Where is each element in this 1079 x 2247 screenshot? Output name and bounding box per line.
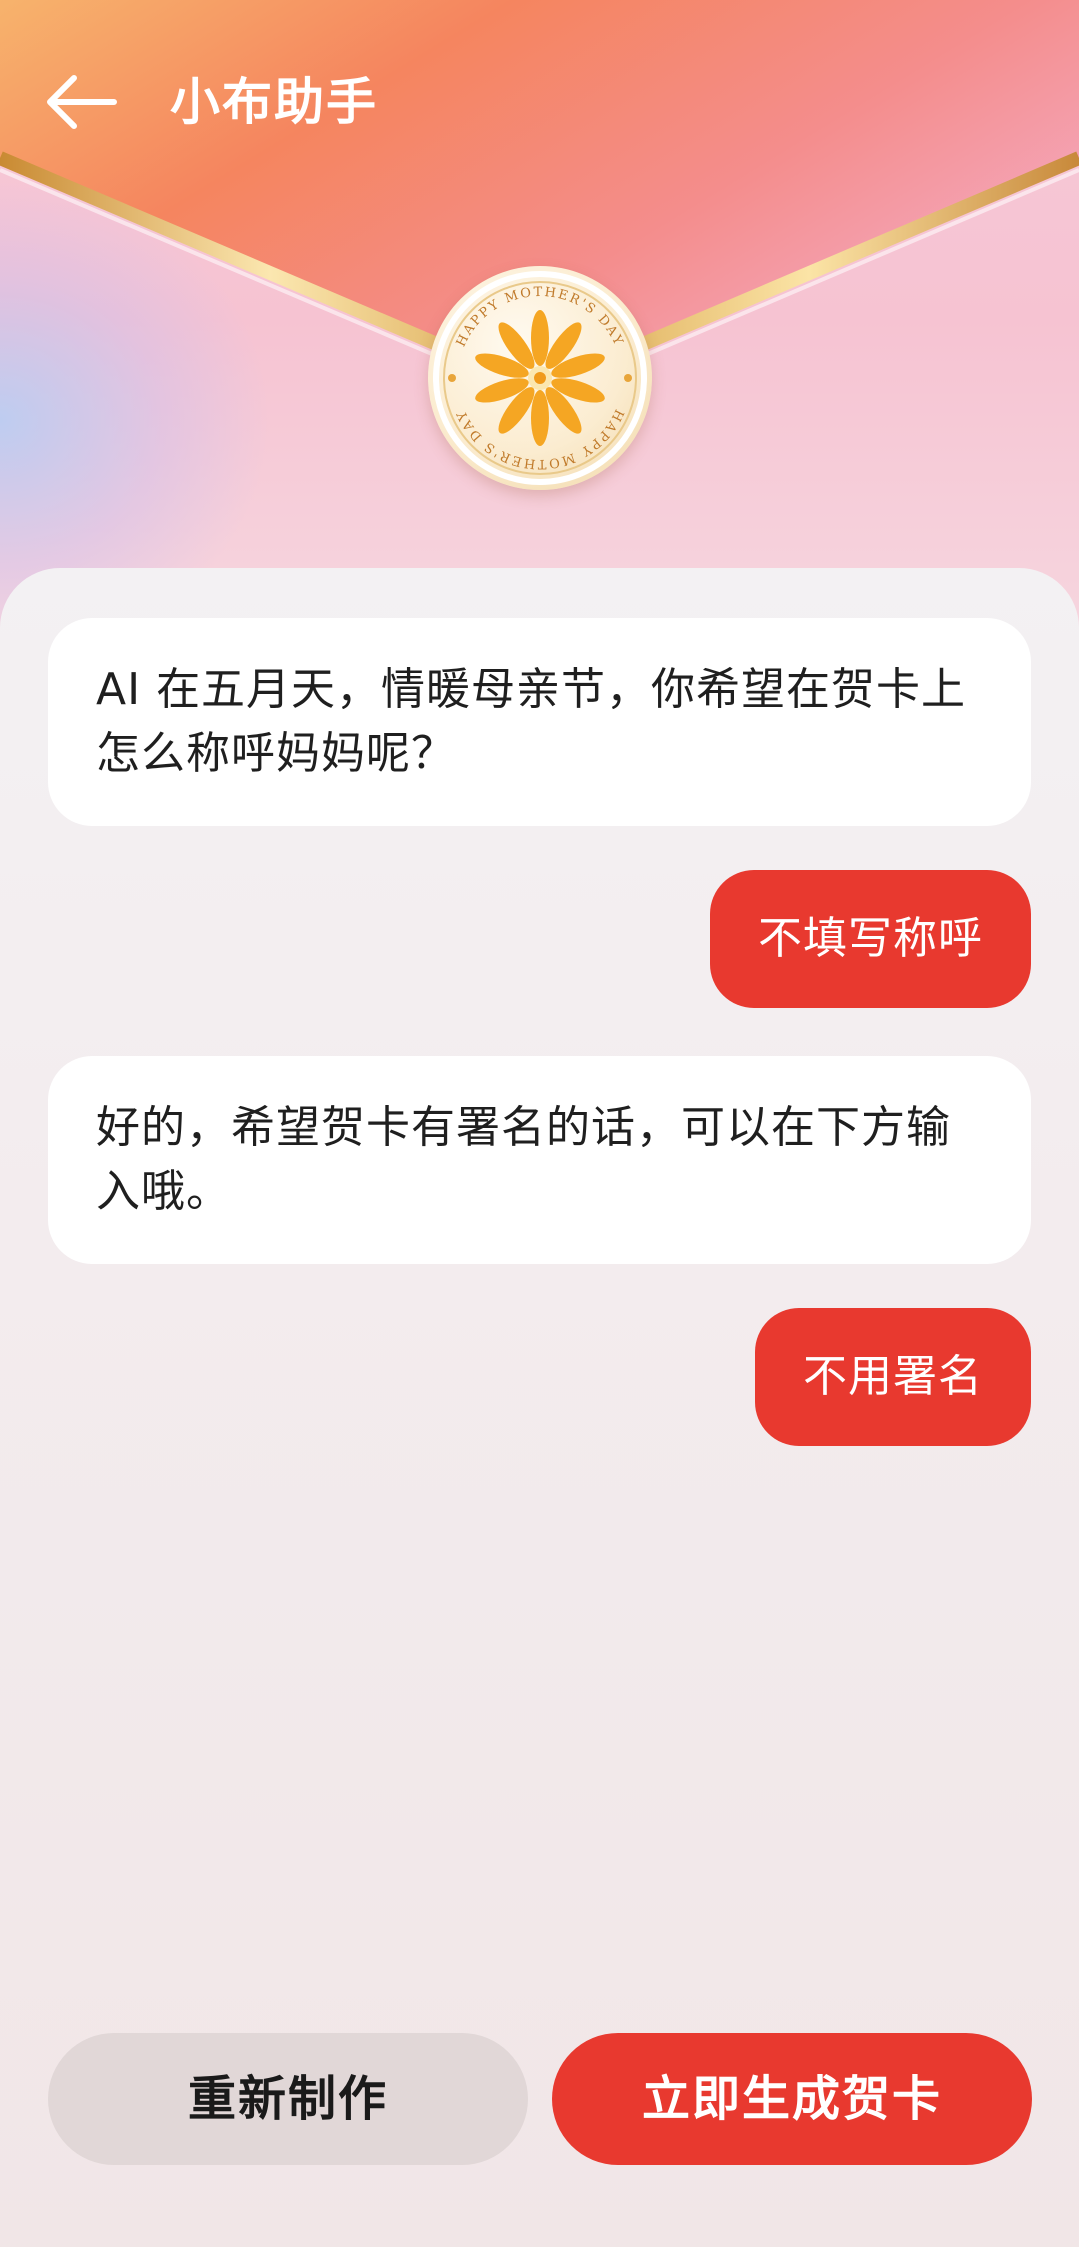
generate-card-button[interactable]: 立即生成贺卡 — [552, 2033, 1032, 2165]
flower-icon: HAPPY MOTHER'S DAY HAPPY MOTHER'S DAY — [433, 271, 647, 485]
assistant-message-text: 好的，希望贺卡有署名的话，可以在下方输入哦。 — [96, 1102, 951, 1217]
user-message-text: 不填写称呼 — [758, 913, 983, 964]
assistant-message: 好的，希望贺卡有署名的话，可以在下方输入哦。 — [48, 1056, 1031, 1264]
arrow-left-icon — [47, 75, 117, 129]
user-reply-no-salutation: 不填写称呼 — [710, 870, 1031, 1008]
app-screen: 小布助手 HAPPY MOTHER'S DAY HAPPY MOTHER'S D… — [0, 0, 1079, 2247]
user-message-text: 不用署名 — [803, 1351, 983, 1402]
user-reply-no-signature: 不用署名 — [755, 1308, 1031, 1446]
page-title: 小布助手 — [170, 73, 378, 131]
assistant-message: AI 在五月天，情暖母亲节，你希望在贺卡上怎么称呼妈妈呢？ — [48, 618, 1031, 826]
back-button[interactable] — [44, 72, 120, 132]
envelope-header: 小布助手 HAPPY MOTHER'S DAY HAPPY MOTHER'S D… — [0, 0, 1079, 640]
assistant-message-text: AI 在五月天，情暖母亲节，你希望在贺卡上怎么称呼妈妈呢？ — [96, 664, 967, 779]
redo-button[interactable]: 重新制作 — [48, 2033, 528, 2165]
chat-panel: AI 在五月天，情暖母亲节，你希望在贺卡上怎么称呼妈妈呢？ 不填写称呼 好的，希… — [0, 568, 1079, 2247]
mothers-day-seal: HAPPY MOTHER'S DAY HAPPY MOTHER'S DAY — [428, 266, 652, 490]
